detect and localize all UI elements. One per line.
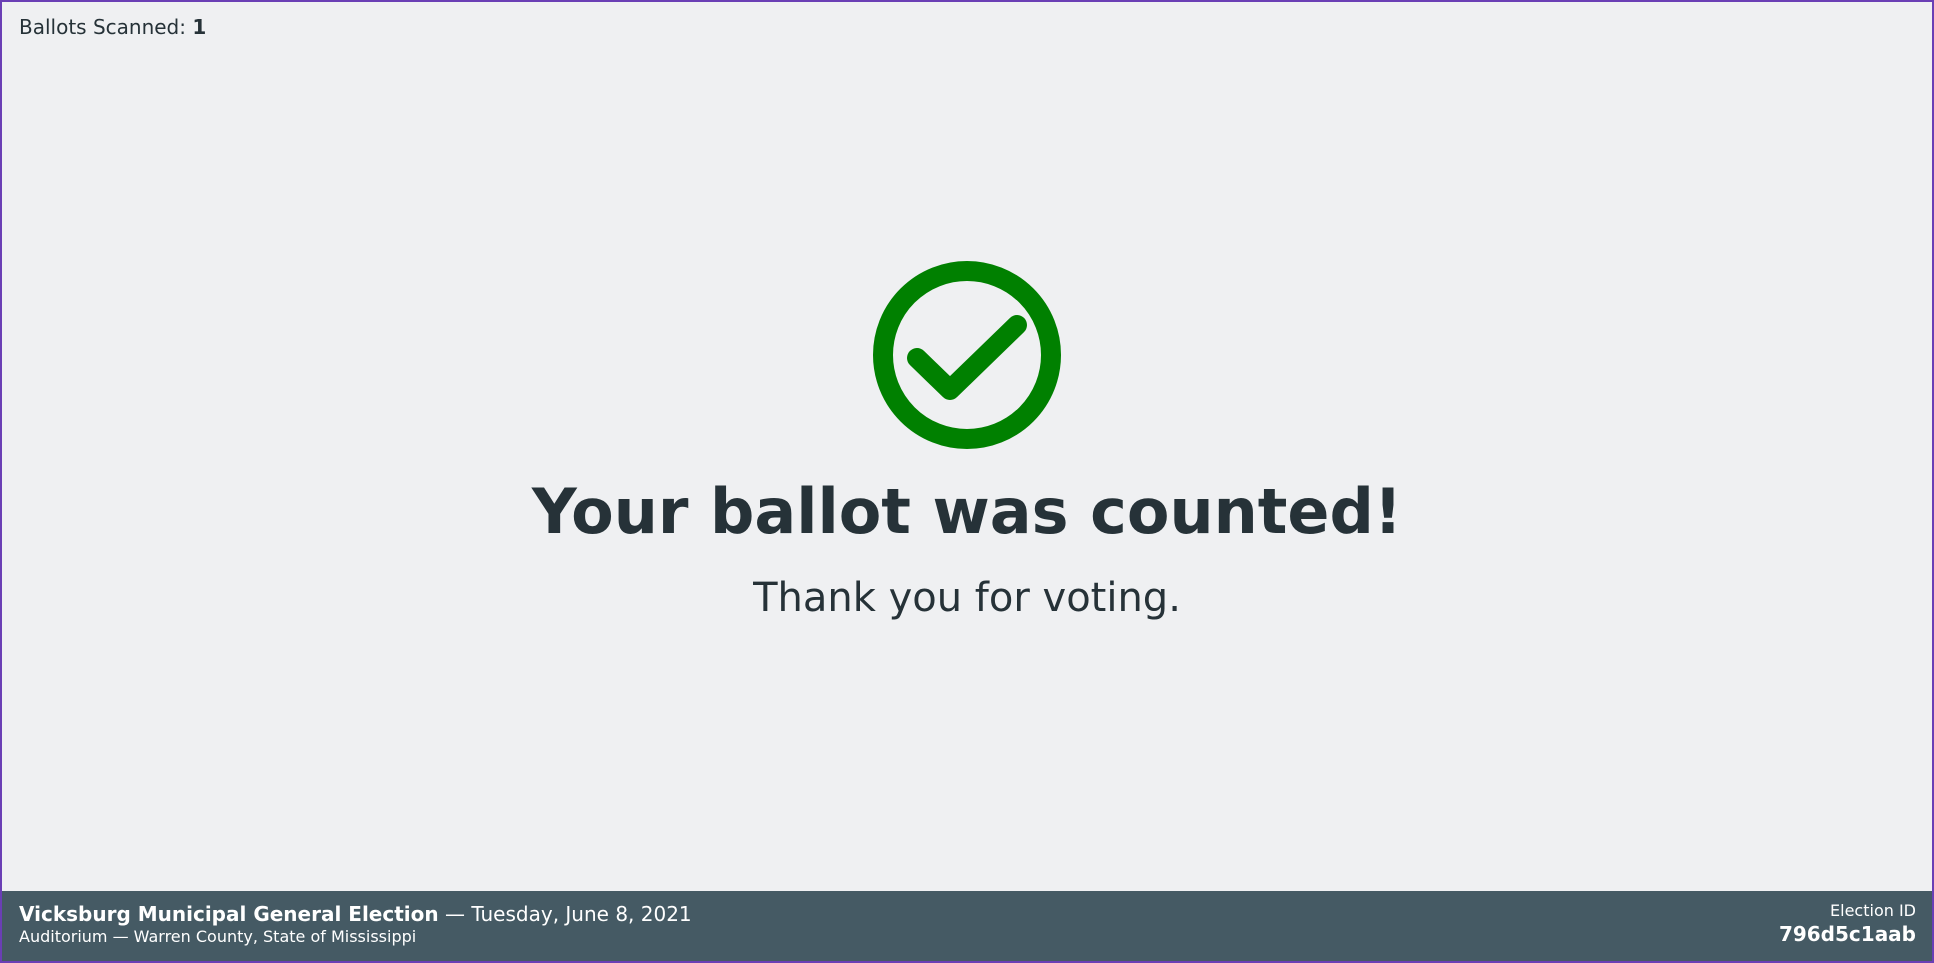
election-title: Vicksburg Municipal General Election <box>19 902 439 926</box>
election-id-block: Election ID 796d5c1aab <box>1779 901 1916 947</box>
ballots-scanned-status: Ballots Scanned: 1 <box>19 15 206 39</box>
ballots-scanned-count: 1 <box>192 15 207 39</box>
election-location: Auditorium — Warren County, State of Mis… <box>19 927 417 946</box>
check-circle-icon <box>872 260 1062 450</box>
thank-you-message: Thank you for voting. <box>753 575 1181 621</box>
election-footer: Vicksburg Municipal General Election — T… <box>2 891 1932 961</box>
election-title-line: Vicksburg Municipal General Election — T… <box>19 901 692 927</box>
result-panel: Your ballot was counted! Thank you for v… <box>2 260 1932 622</box>
election-info: Vicksburg Municipal General Election — T… <box>19 901 692 947</box>
election-date: — Tuesday, June 8, 2021 <box>438 902 692 926</box>
election-id-value: 796d5c1aab <box>1778 922 1916 946</box>
page-title: Your ballot was counted! <box>531 475 1403 548</box>
ballots-scanned-label: Ballots Scanned: <box>19 15 186 39</box>
election-id-label: Election ID <box>1830 901 1916 920</box>
app-screen: Ballots Scanned: 1 Your ballot was count… <box>0 0 1934 963</box>
